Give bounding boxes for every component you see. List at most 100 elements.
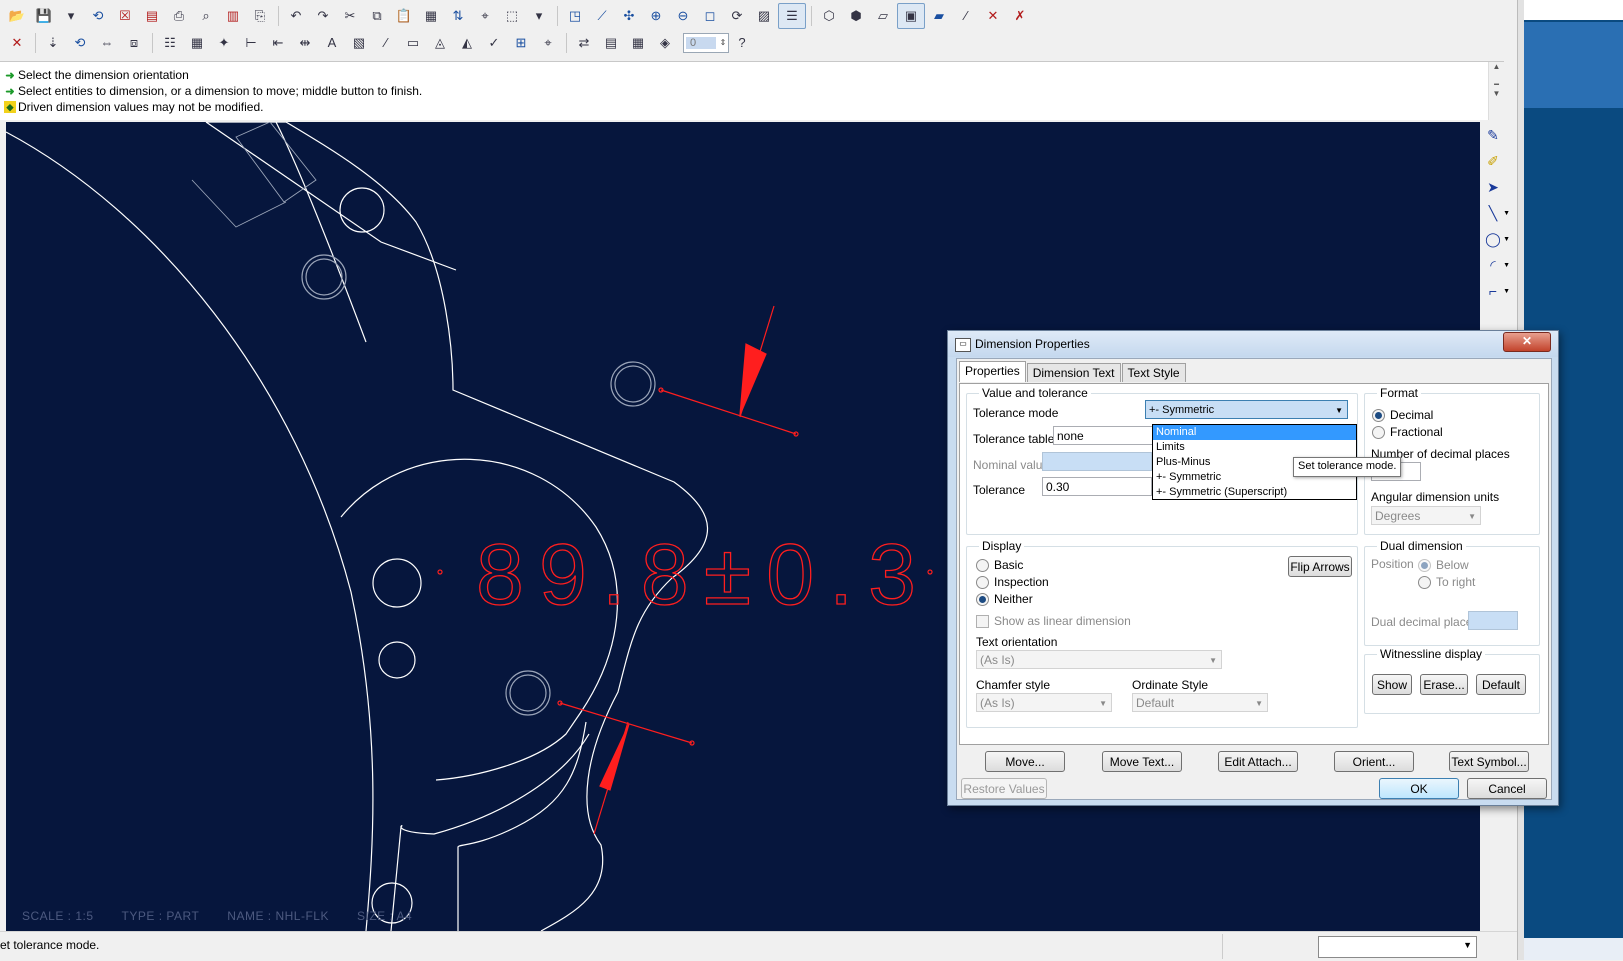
csys-display-button[interactable]: ✗	[1007, 4, 1033, 28]
tab-dimension-text[interactable]: Dimension Text	[1026, 363, 1121, 382]
reorient-button[interactable]: ⟳	[724, 4, 750, 28]
switch-button[interactable]: ⇄	[571, 31, 597, 55]
decimal-radio[interactable]: Decimal	[1372, 408, 1433, 422]
note-button[interactable]: A	[319, 31, 345, 55]
hatch-button[interactable]: ▧	[346, 31, 372, 55]
pdf-button[interactable]: ▤	[139, 4, 165, 28]
refit-button[interactable]: ◻	[697, 4, 723, 28]
text-style-button[interactable]: ▭	[400, 31, 426, 55]
show-linear-checkbox[interactable]: Show as linear dimension	[976, 614, 1131, 628]
edit-attach-button[interactable]: Edit Attach...	[1218, 751, 1298, 772]
filter-combobox[interactable]: ▼	[1318, 936, 1477, 958]
text-orientation-select[interactable]: (As Is) ▼	[976, 650, 1222, 669]
default-witness-button[interactable]: Default	[1476, 674, 1526, 695]
create-view-button[interactable]: ⧈	[121, 31, 147, 55]
arc-button[interactable]: ◜ ▼	[1480, 252, 1510, 278]
undo-button[interactable]: ↶	[283, 4, 309, 28]
sketch-tools-button[interactable]: ✐	[1480, 148, 1506, 174]
to-right-radio[interactable]: To right	[1418, 575, 1475, 589]
table-button[interactable]: ▦	[184, 31, 210, 55]
quick-print-button[interactable]: ⎘	[247, 4, 273, 28]
snap-button[interactable]: ✦	[211, 31, 237, 55]
sheet-button[interactable]: ⇣	[40, 31, 66, 55]
wireframe-button[interactable]: ⬡	[816, 4, 842, 28]
angular-units-select[interactable]: Degrees ▼	[1371, 506, 1481, 525]
ordinate-style-select[interactable]: Default ▼	[1132, 693, 1268, 712]
axis-display-button[interactable]: ⁄	[953, 4, 979, 28]
layer-picker[interactable]: 0 ⇕	[683, 32, 729, 53]
move-button[interactable]: ⇹	[292, 31, 318, 55]
ok-button[interactable]: OK	[1379, 778, 1459, 799]
basic-radio[interactable]: Basic	[976, 558, 1023, 572]
flip-arrows-button[interactable]: Flip Arrows	[1288, 556, 1352, 577]
table-insert-button[interactable]: ▤	[598, 31, 624, 55]
paste-button[interactable]: 📋	[391, 4, 417, 28]
cosmetic-button[interactable]: ◬	[427, 31, 453, 55]
fractional-radio[interactable]: Fractional	[1372, 425, 1443, 439]
close-window-button[interactable]: ☒	[112, 4, 138, 28]
sketch-view-button[interactable]: ◳	[562, 4, 588, 28]
line-button[interactable]: ╲ ▼	[1480, 200, 1510, 226]
datum-planes-button[interactable]: ✣	[616, 4, 642, 28]
saved-views-button[interactable]: ▨	[751, 4, 777, 28]
print-preview-button[interactable]: ⌕	[193, 4, 219, 28]
move-button[interactable]: Move...	[985, 751, 1065, 772]
hidden-line-button[interactable]: ⬢	[843, 4, 869, 28]
neither-radio[interactable]: Neither	[976, 592, 1033, 606]
regenerate-button[interactable]: ⇅	[445, 4, 471, 28]
tolerance-table-select[interactable]: none	[1053, 426, 1163, 445]
redraw-button[interactable]: ⟲	[67, 31, 93, 55]
datum-axis-button[interactable]: ⟋	[589, 4, 615, 28]
save-dropdown-button[interactable]: ▾	[58, 4, 84, 28]
show-witness-button[interactable]: Show	[1372, 674, 1412, 695]
sketcher-palette-button[interactable]: ✎	[1480, 122, 1506, 148]
no-hidden-button[interactable]: ▱	[870, 4, 896, 28]
point-display-button[interactable]: ✕	[980, 4, 1006, 28]
unit-button[interactable]: ◈	[652, 31, 678, 55]
dropdown-option-nominal[interactable]: Nominal	[1153, 425, 1356, 440]
context-help-button[interactable]: ?	[729, 31, 755, 55]
select-button[interactable]: ➤	[1480, 174, 1506, 200]
orient-button[interactable]: Orient...	[1334, 751, 1414, 772]
open-button[interactable]: 📂	[4, 4, 30, 28]
print-button[interactable]: ⎙	[166, 4, 192, 28]
tolerance-field[interactable]: 0.30	[1042, 477, 1152, 496]
align-button[interactable]: ⇤	[265, 31, 291, 55]
dialog-titlebar[interactable]: ▭ Dimension Properties ✕	[948, 331, 1558, 357]
grid-button[interactable]: ▦	[625, 31, 651, 55]
dropdown-option-limits[interactable]: Limits	[1153, 440, 1356, 455]
tab-properties[interactable]: Properties	[959, 361, 1026, 382]
datum-feature-button[interactable]: ⊞	[508, 31, 534, 55]
symbol-button[interactable]: ◭	[454, 31, 480, 55]
regen-button[interactable]: ⟲	[85, 4, 111, 28]
cut-button[interactable]: ✂	[337, 4, 363, 28]
zoom-in-button[interactable]: ⊕	[643, 4, 669, 28]
surface-finish-button[interactable]: ✓	[481, 31, 507, 55]
cancel-button[interactable]: Cancel	[1467, 778, 1547, 799]
message-scrollbar[interactable]: ▲ ━ ▼	[1488, 62, 1504, 120]
dropdown-option-symmetric-superscript[interactable]: +- Symmetric (Superscript)	[1153, 485, 1356, 500]
restore-values-button[interactable]: Restore Values	[961, 778, 1047, 799]
find-button[interactable]: ⌖	[472, 4, 498, 28]
pdf-export-button[interactable]: ▥	[220, 4, 246, 28]
tolerance-mode-select[interactable]: +- Symmetric ▼	[1145, 400, 1348, 419]
line-style-button[interactable]: ⁄	[373, 31, 399, 55]
paste-special-button[interactable]: ▦	[418, 4, 444, 28]
tab-text-style[interactable]: Text Style	[1121, 363, 1186, 382]
erase-witness-button[interactable]: Erase...	[1420, 674, 1468, 695]
shading-button[interactable]: ▣	[897, 2, 925, 29]
show-annotations-button[interactable]: ☷	[157, 31, 183, 55]
zoom-out-button[interactable]: ⊖	[670, 4, 696, 28]
text-symbol-button[interactable]: Text Symbol...	[1449, 751, 1529, 772]
dimension-ordinate-button[interactable]: ⊢	[238, 31, 264, 55]
close-button[interactable]: ✕	[1503, 332, 1551, 352]
select-box-button[interactable]: ⬚	[499, 4, 525, 28]
fillet-button[interactable]: ⌐ ▼	[1480, 278, 1510, 304]
below-radio[interactable]: Below	[1418, 558, 1469, 572]
save-button[interactable]: 💾	[31, 4, 57, 28]
circle-button[interactable]: ◯ ▼	[1480, 226, 1510, 252]
close-x-button[interactable]: ✕	[4, 31, 30, 55]
chamfer-style-select[interactable]: (As Is) ▼	[976, 693, 1112, 712]
datum-plane-display-button[interactable]: ▰	[926, 4, 952, 28]
redo-button[interactable]: ↷	[310, 4, 336, 28]
